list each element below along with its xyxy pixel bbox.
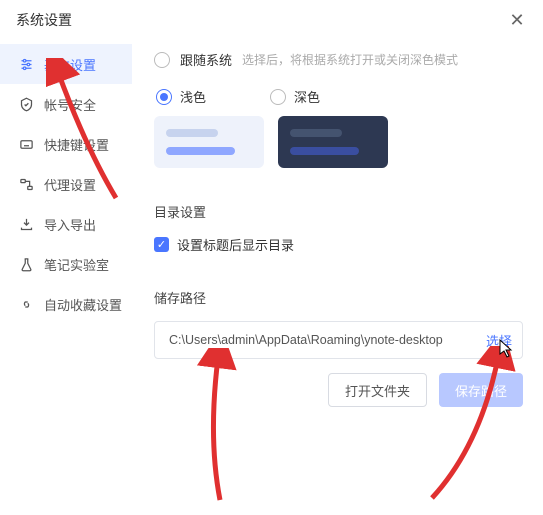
sidebar-item-label: 自动收藏设置 xyxy=(44,295,122,314)
link-icon xyxy=(18,296,34,312)
sidebar-item-shortcuts[interactable]: 快捷键设置 xyxy=(0,124,132,164)
open-folder-button[interactable]: 打开文件夹 xyxy=(328,373,427,407)
radio-follow-system[interactable] xyxy=(154,52,170,68)
preview-bar xyxy=(166,129,218,137)
radio-light[interactable] xyxy=(156,89,172,105)
select-path-button[interactable]: 选择 xyxy=(478,331,512,350)
theme-follow-hint: 选择后，将根据系统打开或关闭深色模式 xyxy=(242,51,458,68)
close-icon: ✕ xyxy=(509,10,524,31)
page-title: 系统设置 xyxy=(16,10,72,30)
check-icon: ✓ xyxy=(157,238,166,251)
theme-choice-light[interactable]: 浅色 xyxy=(156,87,206,106)
sidebar-item-label: 帐号安全 xyxy=(44,95,96,114)
proxy-icon xyxy=(18,176,34,192)
sidebar-item-label: 快捷键设置 xyxy=(44,135,109,154)
preview-bar xyxy=(166,147,235,155)
sidebar-item-label: 代理设置 xyxy=(44,175,96,194)
theme-choice-dark[interactable]: 深色 xyxy=(270,87,320,106)
sidebar-item-label: 笔记实验室 xyxy=(44,255,109,274)
sidebar-item-label: 基本设置 xyxy=(44,55,96,74)
keyboard-icon xyxy=(18,136,34,152)
sidebar-item-auto-collect[interactable]: 自动收藏设置 xyxy=(0,284,132,324)
section-title-storage: 储存路径 xyxy=(154,288,523,307)
theme-preview-dark[interactable] xyxy=(278,116,388,168)
checkbox-show-directory[interactable]: ✓ xyxy=(154,237,169,252)
storage-path-field: C:\Users\admin\AppData\Roaming\ynote-des… xyxy=(154,321,523,359)
storage-path-text: C:\Users\admin\AppData\Roaming\ynote-des… xyxy=(169,333,478,347)
sidebar: 基本设置 帐号安全 快捷键设置 代理设置 导入导出 xyxy=(0,38,132,515)
save-path-button[interactable]: 保存路径 xyxy=(439,373,523,407)
sidebar-item-label: 导入导出 xyxy=(44,215,96,234)
theme-dark-label: 深色 xyxy=(294,87,320,106)
sidebar-item-security[interactable]: 帐号安全 xyxy=(0,84,132,124)
theme-light-label: 浅色 xyxy=(180,87,206,106)
content: 跟随系统 选择后，将根据系统打开或关闭深色模式 浅色 深色 目录设置 xyxy=(132,38,543,515)
theme-preview-light[interactable] xyxy=(154,116,264,168)
preview-bar xyxy=(290,129,342,137)
section-title-directory: 目录设置 xyxy=(154,202,523,221)
sidebar-item-basic[interactable]: 基本设置 xyxy=(0,44,132,84)
close-button[interactable]: ✕ xyxy=(507,10,527,30)
sidebar-item-lab[interactable]: 笔记实验室 xyxy=(0,244,132,284)
sliders-icon xyxy=(18,56,34,72)
radio-dark[interactable] xyxy=(270,89,286,105)
preview-bar xyxy=(290,147,359,155)
import-export-icon xyxy=(18,216,34,232)
checkbox-label: 设置标题后显示目录 xyxy=(177,235,294,254)
shield-icon xyxy=(18,96,34,112)
sidebar-item-proxy[interactable]: 代理设置 xyxy=(0,164,132,204)
theme-follow-label: 跟随系统 xyxy=(180,50,232,69)
sidebar-item-import-export[interactable]: 导入导出 xyxy=(0,204,132,244)
lab-icon xyxy=(18,256,34,272)
